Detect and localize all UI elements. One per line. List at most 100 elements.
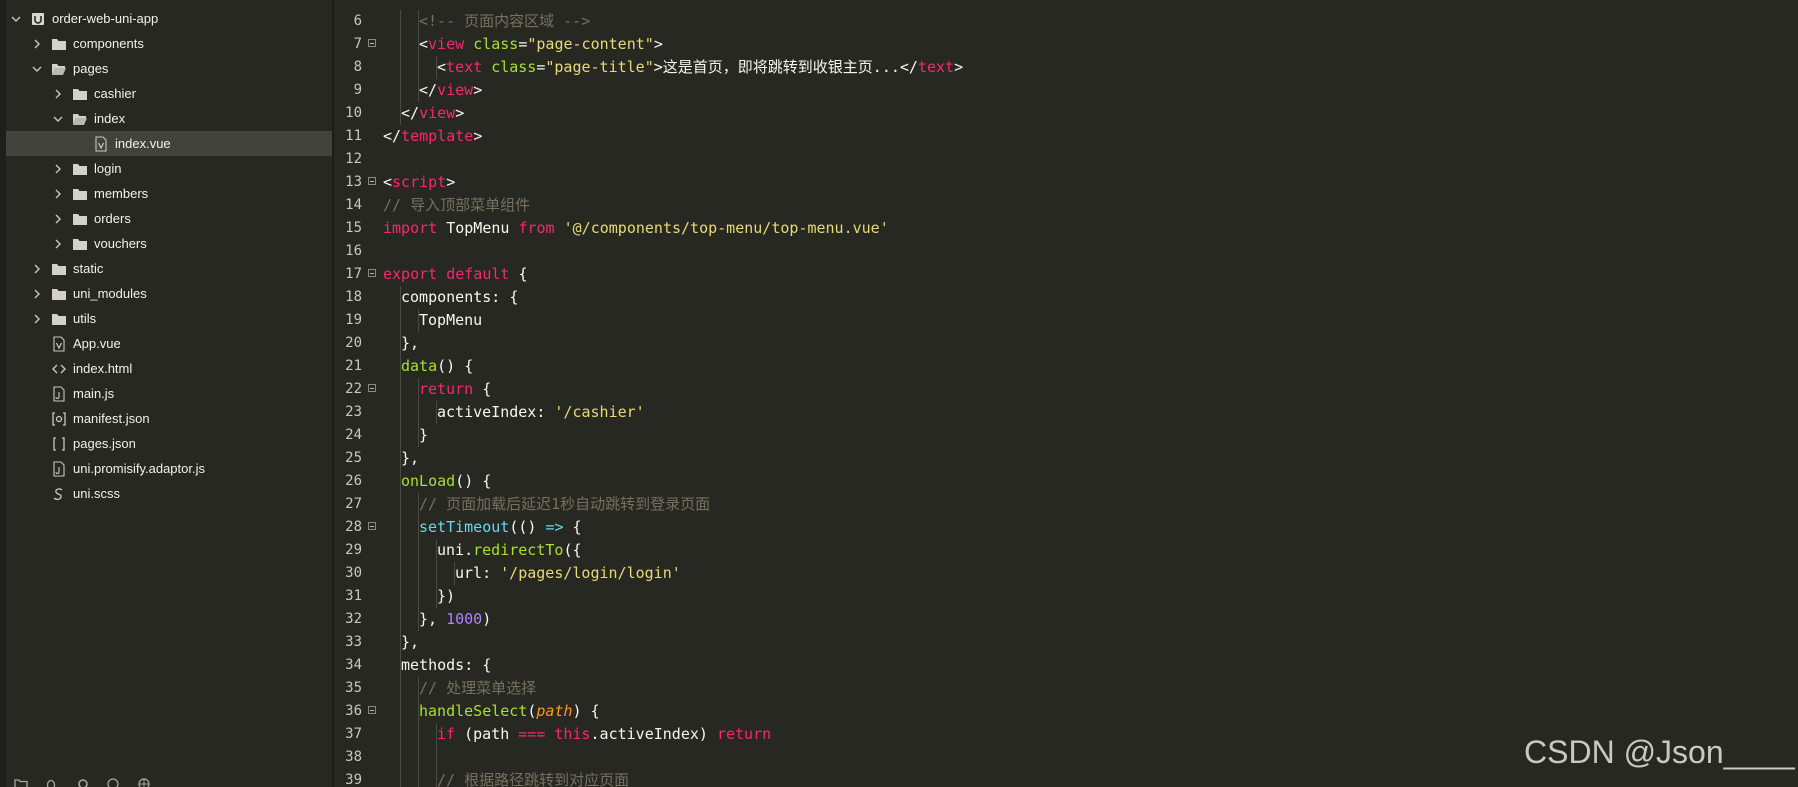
code-editor[interactable]: 6 <!-- 页面内容区域 --> 7 <view class="page-conte… [334, 0, 1798, 787]
code-line[interactable]: 19 TopMenu [334, 309, 1798, 332]
tree-item[interactable]: components [6, 31, 332, 56]
indent-guide [400, 33, 401, 56]
tree-item-label: pages [73, 61, 109, 76]
tree-item-label: uni.promisify.adaptor.js [73, 461, 205, 476]
tree-item[interactable]: utils [6, 306, 332, 331]
tree-item[interactable]: members [6, 181, 332, 206]
tree-item[interactable]: cashier [6, 81, 332, 106]
code-line[interactable]: 9 </view> [334, 79, 1798, 102]
code-line[interactable]: 21 data() { [334, 355, 1798, 378]
code-line[interactable]: 32}, 1000) [334, 608, 1798, 631]
tree-item[interactable]: pages [6, 56, 332, 81]
code-line[interactable]: 14 // 导入顶部菜单组件 [334, 194, 1798, 217]
code-line[interactable]: 24} [334, 424, 1798, 447]
watermark: CSDN @Json____ [1524, 734, 1795, 770]
code-line[interactable]: 33}, [334, 631, 1798, 654]
code-line[interactable]: 11 </template> [334, 125, 1798, 148]
code-line[interactable]: 30 url: '/pages/login/login' [334, 562, 1798, 585]
code-line[interactable]: 28 setTimeout(() => { [334, 516, 1798, 539]
code-line[interactable]: 39 // 根据路径跳转到对应页面 [334, 769, 1798, 787]
code-token: components: { [401, 288, 519, 306]
code-line[interactable]: 22 return { [334, 378, 1798, 401]
line-number: 30 [345, 565, 362, 581]
fold-toggle-icon[interactable] [368, 269, 376, 277]
code-line[interactable]: 36 handleSelect(path) { [334, 700, 1798, 723]
fold-toggle-icon[interactable] [368, 522, 376, 530]
code-line[interactable]: 25}, [334, 447, 1798, 470]
code-line[interactable]: 13 <script> [334, 171, 1798, 194]
code-line[interactable]: 18 components: { [334, 286, 1798, 309]
code-line[interactable]: 27 // 页面加载后延迟1秒自动跳转到登录页面 [334, 493, 1798, 516]
gear-icon[interactable] [76, 776, 90, 787]
code-line[interactable]: 26 onLoad() { [334, 470, 1798, 493]
tree-item-label: orders [94, 211, 131, 226]
code-token: === [518, 725, 546, 743]
tree-item[interactable]: manifest.json [6, 406, 332, 431]
code-token: > [455, 104, 465, 122]
code-line[interactable]: 29 uni.redirectTo({ [334, 539, 1798, 562]
code-token: methods: { [401, 656, 492, 674]
code-text: }, [401, 447, 419, 470]
code-text: }, [401, 332, 419, 355]
project-icon [30, 11, 46, 27]
tree-item[interactable]: static [6, 256, 332, 281]
code-line[interactable]: 35 // 处理菜单选择 [334, 677, 1798, 700]
code-line[interactable]: 17 export default { [334, 263, 1798, 286]
fold-toggle-icon[interactable] [368, 39, 376, 47]
chevron-right-icon[interactable] [52, 88, 64, 100]
code-line[interactable]: 15 import TopMenu from '@/components/top-… [334, 217, 1798, 240]
tree-item[interactable]: App.vue [6, 331, 332, 356]
code-token: if [437, 725, 456, 743]
code-line[interactable]: 34 methods: { [334, 654, 1798, 677]
indent-guide [400, 516, 401, 539]
code-line[interactable]: 8 <text class="page-title">这是首页，即将跳转到收银主页… [334, 56, 1798, 79]
cloud-icon[interactable] [106, 776, 120, 787]
indent-guide [400, 79, 401, 102]
tree-item[interactable]: main.js [6, 381, 332, 406]
chevron-down-icon[interactable] [31, 63, 43, 75]
fold-toggle-icon[interactable] [368, 177, 376, 185]
code-text: components: { [401, 286, 518, 309]
tree-item[interactable]: order-web-uni-app [6, 6, 332, 31]
code-line[interactable]: 31}) [334, 585, 1798, 608]
code-line[interactable]: 20}, [334, 332, 1798, 355]
tree-item[interactable]: index.html [6, 356, 332, 381]
tree-item[interactable]: uni.promisify.adaptor.js [6, 456, 332, 481]
chevron-right-icon[interactable] [52, 188, 64, 200]
fold-toggle-icon[interactable] [368, 706, 376, 714]
line-number: 36 [345, 703, 362, 719]
bug-icon[interactable] [44, 776, 58, 787]
tree-item[interactable]: login [6, 156, 332, 181]
tree-item[interactable]: pages.json [6, 431, 332, 456]
line-number: 37 [345, 726, 362, 742]
code-token: < [419, 35, 429, 53]
code-line[interactable]: 7 <view class="page-content"> [334, 33, 1798, 56]
code-line[interactable]: 10 </view> [334, 102, 1798, 125]
code-token: data [401, 357, 438, 375]
chevron-right-icon[interactable] [31, 263, 43, 275]
tree-item[interactable]: vouchers [6, 231, 332, 256]
folder-icon[interactable] [14, 776, 28, 787]
code-line[interactable]: 23 activeIndex: '/cashier' [334, 401, 1798, 424]
tree-item[interactable]: uni_modules [6, 281, 332, 306]
tree-item[interactable]: index [6, 106, 332, 131]
globe-icon[interactable] [137, 776, 151, 787]
code-line[interactable]: 6 <!-- 页面内容区域 --> [334, 10, 1798, 33]
tree-item[interactable]: index.vue [6, 131, 332, 156]
chevron-right-icon[interactable] [52, 213, 64, 225]
chevron-down-icon[interactable] [52, 113, 64, 125]
tree-item[interactable]: uni.scss [6, 481, 332, 506]
code-token: handleSelect [419, 702, 528, 720]
chevron-right-icon[interactable] [31, 288, 43, 300]
code-line[interactable]: 16 [334, 240, 1798, 263]
tree-item[interactable]: orders [6, 206, 332, 231]
chevron-down-icon[interactable] [10, 13, 22, 25]
chevron-right-icon[interactable] [52, 163, 64, 175]
fold-toggle-icon[interactable] [368, 384, 376, 392]
indent-guide [400, 10, 401, 33]
chevron-right-icon[interactable] [52, 238, 64, 250]
code-line[interactable]: 12 [334, 148, 1798, 171]
chevron-right-icon[interactable] [31, 38, 43, 50]
chevron-right-icon[interactable] [31, 313, 43, 325]
